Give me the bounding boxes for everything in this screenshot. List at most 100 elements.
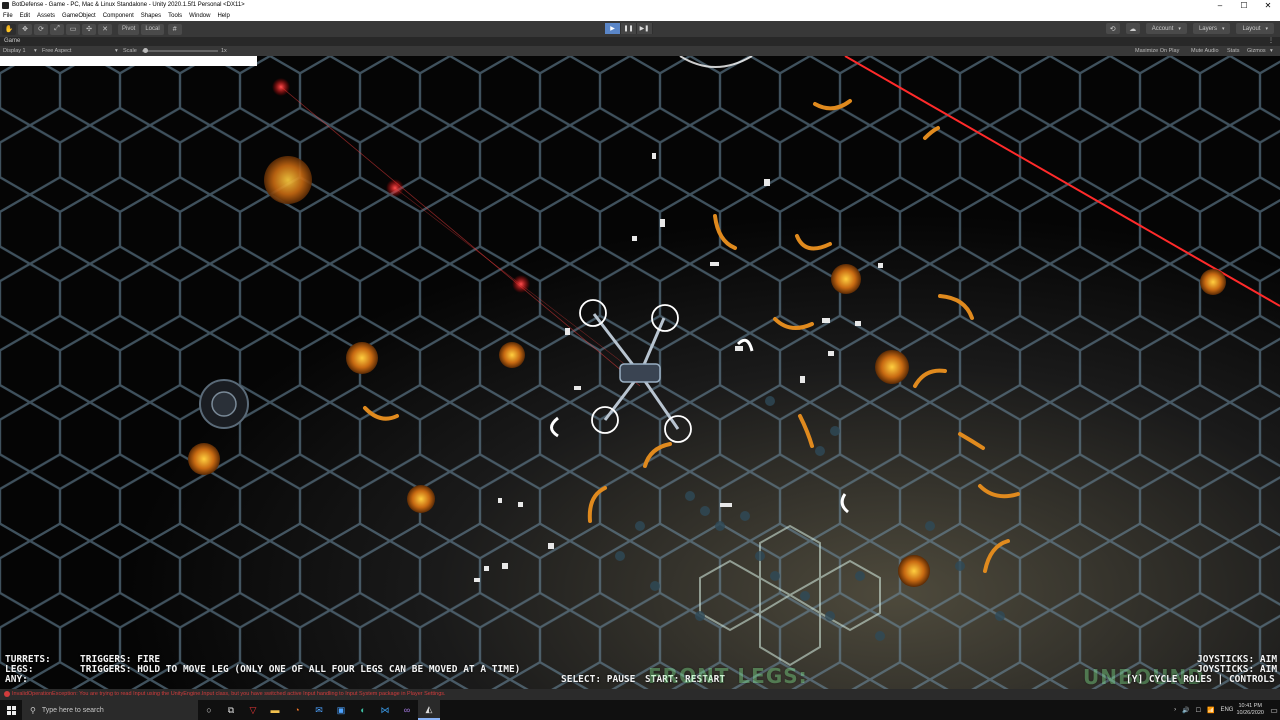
scale-value: 1x [221, 48, 227, 54]
red-turret-light [386, 179, 404, 197]
pivot-toggle[interactable]: Pivot [118, 23, 140, 35]
error-icon [4, 690, 10, 697]
collab-cloud-icon[interactable]: ☁ [1125, 23, 1140, 34]
grid-snap-icon[interactable]: # [167, 23, 182, 35]
scale-slider-handle[interactable] [143, 48, 148, 53]
windows-taskbar: ⚲ Type here to search ○ ⧉ ▽ ▬ ◔ ✉ ▣ ◐ ⋈ … [0, 700, 1280, 720]
windows-logo-icon [6, 705, 16, 715]
editor-toolbar: ✋ ✥ ⟳ ⤢ ▭ ✣ ✕ Pivot Local # ▶ ❚❚ ▶❚ ⟲ ☁ … [0, 21, 1280, 37]
toolbar-right: ⟲ ☁ Account ▾ Layers ▾ Layout ▾ [1105, 23, 1274, 34]
orange-orb [188, 443, 220, 475]
rotate-tool-icon[interactable]: ⟳ [34, 23, 48, 35]
clock[interactable]: 10:41 PM 10/26/2020 [1236, 703, 1264, 717]
visual-studio-icon[interactable]: ∞ [396, 700, 418, 720]
display-icon[interactable]: ☐ [1196, 707, 1201, 714]
menu-gameobject[interactable]: GameObject [59, 11, 100, 21]
layout-label: Layout [1242, 25, 1261, 32]
play-icon[interactable]: ▶ [605, 23, 621, 34]
game-tab[interactable]: Game ⋮ [0, 37, 1280, 46]
hud-select-text: SELECT: PAUSE [561, 674, 636, 685]
file-explorer-icon[interactable]: ▬ [264, 700, 286, 720]
hand-tool-icon[interactable]: ✋ [2, 23, 16, 35]
menu-file[interactable]: File [0, 11, 17, 21]
tab-game-label: Game [4, 38, 21, 44]
hud-any-label: ANY: [5, 674, 28, 685]
display-dropdown[interactable]: Display 1 [3, 46, 26, 56]
maximize-button[interactable]: ☐ [1232, 0, 1256, 11]
taskbar-search[interactable]: ⚲ Type here to search [22, 700, 198, 720]
minimize-button[interactable]: – [1208, 0, 1232, 11]
menu-window[interactable]: Window [186, 11, 214, 21]
orange-orb [1200, 269, 1226, 295]
chevron-down-icon: ▾ [34, 48, 37, 54]
unity-icon[interactable]: ◭ [418, 700, 440, 720]
menu-assets[interactable]: Assets [34, 11, 59, 21]
stats-toggle[interactable]: Stats [1227, 46, 1240, 56]
console-status-bar[interactable]: InvalidOperationException: You are tryin… [0, 689, 1280, 700]
network-icon[interactable]: 📶 [1207, 707, 1214, 714]
close-button[interactable]: ✕ [1256, 0, 1280, 11]
scale-slider-track[interactable] [142, 50, 218, 52]
vivaldi-icon[interactable]: ▽ [242, 700, 264, 720]
custom-tool-icon[interactable]: ✕ [98, 23, 112, 35]
start-button[interactable] [0, 700, 22, 720]
console-message: InvalidOperationException: You are tryin… [12, 691, 446, 697]
vscode-icon[interactable]: ⋈ [374, 700, 396, 720]
layers-dropdown[interactable]: Layers ▾ [1192, 23, 1231, 34]
red-turret-light [512, 275, 530, 293]
photos-icon[interactable]: ▣ [330, 700, 352, 720]
hud-cycle-text: [Y] CYCLE ROLES | CONTROLS [1126, 674, 1275, 685]
local-toggle[interactable]: Local [141, 23, 164, 35]
orange-orb [831, 264, 861, 294]
chevron-down-icon: ▾ [1221, 25, 1225, 32]
mail-icon[interactable]: ✉ [308, 700, 330, 720]
blender-icon[interactable]: ◔ [286, 700, 308, 720]
transform-tool-icon[interactable]: ✣ [82, 23, 96, 35]
layers-label: Layers [1198, 25, 1217, 32]
menu-component[interactable]: Component [100, 11, 138, 21]
orange-orb [875, 350, 909, 384]
orange-orb [499, 342, 525, 368]
task-view-icon[interactable]: ○ [198, 700, 220, 720]
chevron-down-icon: ▾ [115, 48, 118, 54]
account-dropdown[interactable]: Account ▾ [1145, 23, 1187, 34]
tray-chevron-icon[interactable]: › [1174, 707, 1176, 713]
orange-orb [898, 555, 930, 587]
title-bar: BotDefense - Game - PC, Mac & Linux Stan… [0, 0, 1280, 11]
account-label: Account [1151, 25, 1174, 32]
menu-tools[interactable]: Tools [165, 11, 186, 21]
rect-tool-icon[interactable]: ▭ [66, 23, 80, 35]
hex-grid-scene [0, 56, 1280, 689]
hud-front-legs: FRONT LEGS: [648, 664, 808, 688]
system-tray: › 🔊 ☐ 📶 ENG 10:41 PM 10/26/2020 ▭ [1171, 700, 1280, 720]
edge-icon[interactable]: ◐ [352, 700, 374, 720]
robot-body [619, 363, 661, 383]
notification-icon[interactable]: ▭ [1268, 700, 1280, 720]
gizmos-dropdown[interactable]: Gizmos [1247, 46, 1266, 56]
pause-icon[interactable]: ❚❚ [621, 23, 637, 34]
chevron-down-icon: ▾ [1265, 25, 1268, 32]
volume-icon[interactable]: 🔊 [1182, 707, 1189, 714]
step-icon[interactable]: ▶❚ [637, 23, 653, 34]
layout-dropdown[interactable]: Layout ▾ [1236, 23, 1274, 34]
scale-tool-icon[interactable]: ⤢ [50, 23, 64, 35]
widgets-icon[interactable]: ⧉ [220, 700, 242, 720]
menu-help[interactable]: Help [214, 11, 233, 21]
orange-orb [407, 485, 435, 513]
aspect-dropdown[interactable]: Free Aspect [42, 46, 71, 56]
menu-bar: File Edit Assets GameObject Component Sh… [0, 11, 1280, 21]
maximize-on-play-toggle[interactable]: Maximize On Play [1135, 46, 1179, 56]
history-icon[interactable]: ⟲ [1105, 23, 1120, 34]
hud-legs-text: TRIGGERS: HOLD TO MOVE LEG (ONLY ONE OF … [80, 664, 521, 675]
window-title: BotDefense - Game - PC, Mac & Linux Stan… [12, 2, 245, 8]
tab-menu-icon[interactable]: ⋮ [1268, 37, 1274, 46]
clock-date: 10/26/2020 [1236, 710, 1264, 716]
game-viewport[interactable]: TURRETS: TRIGGERS: FIRE LEGS: TRIGGERS: … [0, 56, 1280, 689]
menu-edit[interactable]: Edit [17, 11, 34, 21]
turret-core [211, 391, 237, 417]
language-indicator[interactable]: ENG [1220, 707, 1233, 713]
menu-shapes[interactable]: Shapes [138, 11, 165, 21]
mute-audio-toggle[interactable]: Mute Audio [1191, 46, 1219, 56]
chevron-down-icon: ▾ [1178, 25, 1181, 32]
move-tool-icon[interactable]: ✥ [18, 23, 32, 35]
